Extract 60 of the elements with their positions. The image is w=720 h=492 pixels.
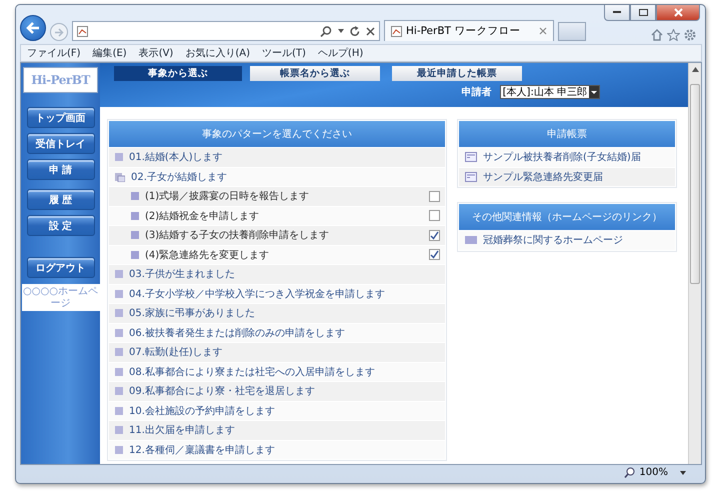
logo: Hi-PerBT (23, 67, 98, 93)
refresh-icon (350, 26, 360, 36)
arrow-right-icon (54, 28, 64, 36)
menu-item[interactable]: ファイル(F) (27, 46, 81, 60)
arrow-left-icon (26, 22, 40, 34)
checkbox[interactable] (429, 190, 440, 202)
menu-item[interactable]: 表示(V) (138, 46, 174, 60)
zoom-level[interactable]: 100% (639, 467, 668, 478)
minimize-icon (613, 11, 621, 14)
stop-icon (366, 26, 375, 36)
item-bullet-icon (131, 231, 139, 240)
zoom-icon (624, 467, 636, 478)
minimize-button[interactable] (604, 5, 630, 21)
nav-button[interactable]: 履 歴 (26, 189, 94, 210)
nav-button[interactable]: 設 定 (26, 215, 94, 236)
address-field[interactable] (72, 21, 380, 41)
menu-item[interactable]: ヘルプ(H) (318, 46, 364, 60)
search-icon (320, 26, 332, 36)
star-icon (667, 29, 680, 41)
panel-title: その他関連情報（ホームページのリンク） (459, 204, 675, 230)
menu-item[interactable]: ツール(T) (262, 46, 306, 60)
home-icon (651, 29, 663, 41)
maximize-icon (638, 9, 648, 16)
checkbox[interactable] (429, 230, 440, 241)
browser-tab[interactable]: Hi-PerBT ワークフロー (384, 20, 554, 41)
form-icon (465, 172, 477, 182)
page-icon (77, 26, 88, 36)
nav-button[interactable]: 受信トレイ (26, 133, 94, 154)
item-bullet-icon (131, 212, 139, 220)
nav-tab[interactable]: 帳票名から選ぶ (250, 66, 380, 81)
checkbox[interactable] (429, 249, 440, 260)
form-icon (465, 152, 477, 162)
nav-tab[interactable]: 最近申請した帳票 (392, 66, 522, 81)
item-bullet-icon (131, 250, 139, 259)
panel-title: 申請帳票 (459, 121, 675, 147)
panel-title: 事象のパターンを選んでください (109, 121, 445, 147)
arrow-up-icon (692, 67, 698, 72)
close-button[interactable] (656, 5, 700, 21)
caret-icon (680, 470, 686, 474)
page-icon (391, 26, 402, 36)
applicant-label: 申請者 (462, 86, 492, 99)
caret-icon (338, 29, 344, 33)
scrollbar[interactable] (688, 63, 701, 464)
close-icon (539, 27, 547, 35)
back-button[interactable] (20, 15, 46, 41)
maximize-button[interactable] (630, 5, 656, 21)
menu-item[interactable]: お気に入り(A) (185, 46, 250, 60)
dropdown-icon (589, 86, 599, 98)
checkbox[interactable] (429, 210, 440, 222)
nav-button[interactable]: トップ画面 (26, 107, 94, 128)
nav-button[interactable]: 申 請 (26, 159, 94, 180)
link-icon (465, 236, 477, 244)
settings-icon (684, 29, 696, 41)
applicant-select[interactable]: [本人]:山本 申三郎 (500, 85, 600, 99)
close-icon (674, 8, 682, 17)
nav-tab[interactable]: 事象から選ぶ (114, 66, 242, 81)
tab-title: Hi-PerBT ワークフロー (406, 24, 522, 38)
item-bullet-icon (131, 192, 139, 200)
menu-item[interactable]: 編集(E) (92, 46, 127, 60)
logout-button[interactable]: ログアウト (26, 257, 94, 278)
